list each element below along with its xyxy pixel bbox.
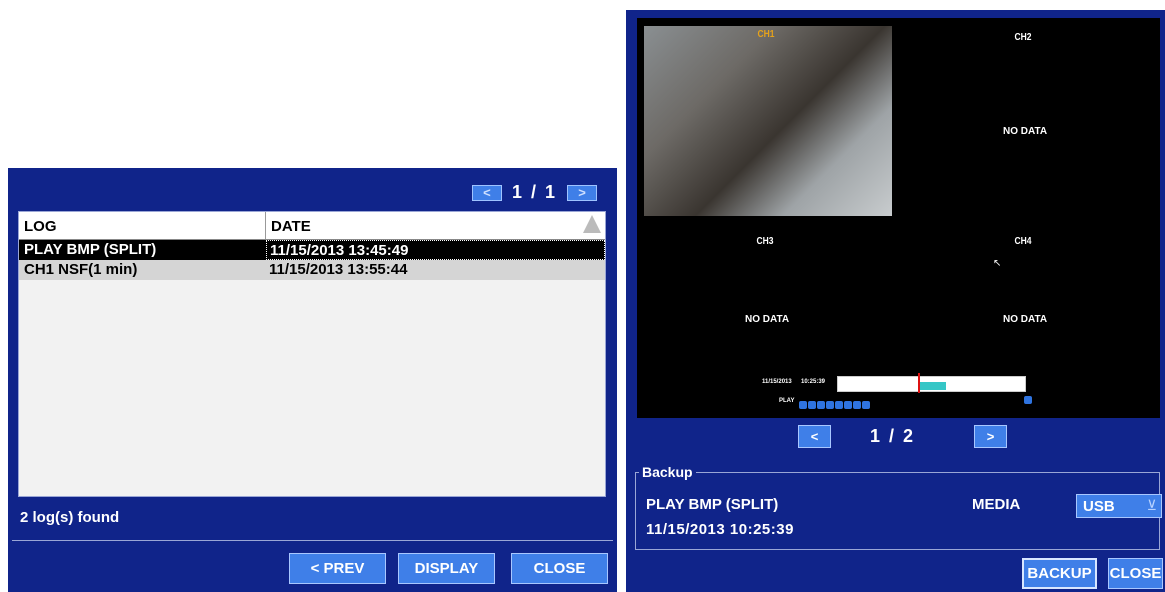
table-header: LOG DATE <box>19 212 605 240</box>
channel-label-ch4: CH4 <box>1014 236 1032 247</box>
media-label: MEDIA <box>972 496 1021 513</box>
playback-controls <box>799 396 871 414</box>
no-data-ch2: NO DATA <box>1003 126 1048 137</box>
divider <box>12 540 613 541</box>
log-count-status: 2 log(s) found <box>20 509 120 526</box>
dropdown-icon: ⊻ <box>1146 497 1157 513</box>
log-dialog: < 1 / 1 > LOG DATE PLAY BMP (SPLIT) 11/1… <box>8 168 617 592</box>
log-pager: < 1 / 1 > <box>471 182 597 203</box>
playback-button[interactable] <box>862 401 870 409</box>
no-data-ch4: NO DATA <box>1003 314 1048 325</box>
column-header-date-label: DATE <box>271 218 311 235</box>
date-cell: 11/15/2013 13:45:49 <box>266 240 605 260</box>
backup-legend: Backup <box>642 464 693 480</box>
timeline-time: 10:25:39 <box>801 379 826 385</box>
mouse-cursor-icon: ↖ <box>993 258 1002 269</box>
table-row[interactable]: PLAY BMP (SPLIT) 11/15/2013 13:45:49 <box>19 240 605 260</box>
play-label: PLAY <box>779 398 795 404</box>
log-table: LOG DATE PLAY BMP (SPLIT) 11/15/2013 13:… <box>18 211 606 497</box>
close-button[interactable]: CLOSE <box>1108 558 1163 589</box>
camera-feed-ch1: CH1 <box>644 26 892 216</box>
playback-button[interactable] <box>826 401 834 409</box>
video-grid[interactable]: CH1 CH2 NO DATA CH3 CH4 NO DATA NO DATA … <box>637 18 1160 418</box>
page-indicator: 1 / 1 <box>511 182 557 202</box>
page-prev-button[interactable]: < <box>471 184 502 201</box>
page-indicator: 1 / 2 <box>870 426 916 446</box>
timeline-cursor[interactable] <box>918 373 920 393</box>
sort-icon <box>583 215 601 233</box>
column-header-log[interactable]: LOG <box>19 212 266 239</box>
playback-button[interactable] <box>817 401 825 409</box>
media-select[interactable]: USB ⊻ <box>1076 494 1162 518</box>
playback-end-button[interactable] <box>1024 396 1032 404</box>
table-row[interactable]: CH1 NSF(1 min) 11/15/2013 13:55:44 <box>19 260 605 280</box>
channel-label-ch1: CH1 <box>757 29 775 40</box>
backup-button[interactable]: BACKUP <box>1022 558 1097 589</box>
channel-label-ch3: CH3 <box>756 236 774 247</box>
display-button[interactable]: DISPLAY <box>398 553 495 584</box>
date-cell: 11/15/2013 13:55:44 <box>269 261 408 278</box>
column-header-date[interactable]: DATE <box>266 212 605 239</box>
timeline-fill <box>920 382 946 390</box>
prev-button[interactable]: < PREV <box>289 553 386 584</box>
backup-timestamp: 11/15/2013 10:25:39 <box>646 521 794 538</box>
playback-button[interactable] <box>853 401 861 409</box>
chevron-right-icon: > <box>578 185 586 200</box>
channel-label-ch2: CH2 <box>1014 32 1032 43</box>
log-cell: PLAY BMP (SPLIT) <box>24 241 157 258</box>
backup-item: PLAY BMP (SPLIT) <box>646 496 779 513</box>
no-data-ch3: NO DATA <box>745 314 790 325</box>
chevron-left-icon: < <box>483 185 491 200</box>
timeline-date: 11/15/2013 <box>762 379 792 385</box>
playback-button[interactable] <box>844 401 852 409</box>
close-button[interactable]: CLOSE <box>511 553 608 584</box>
page-prev-button[interactable]: < <box>798 425 831 448</box>
page-next-button[interactable]: > <box>974 425 1007 448</box>
playback-button[interactable] <box>835 401 843 409</box>
log-cell: CH1 NSF(1 min) <box>24 261 138 278</box>
timeline-bar[interactable] <box>837 373 1026 393</box>
playback-button[interactable] <box>799 401 807 409</box>
media-select-value: USB <box>1083 498 1115 515</box>
playback-button[interactable] <box>808 401 816 409</box>
playback-dialog: CH1 CH2 NO DATA CH3 CH4 NO DATA NO DATA … <box>626 10 1165 592</box>
page-next-button[interactable]: > <box>567 184 597 201</box>
